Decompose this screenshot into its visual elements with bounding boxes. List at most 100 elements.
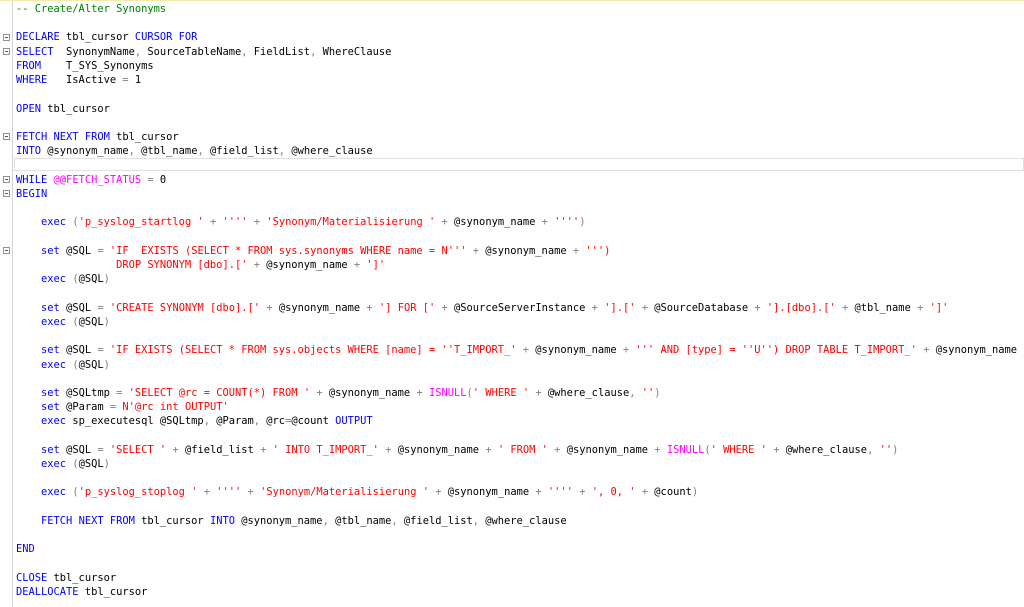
- token-keyword: CLOSE: [16, 571, 48, 584]
- token-string-literal: 'p_syslog_startlog ': [78, 216, 204, 229]
- code-line[interactable]: END: [16, 542, 35, 556]
- token-identifier: @count: [291, 415, 336, 428]
- token-identifier: [16, 387, 41, 399]
- token-comment: -- Create/Alter Synonyms: [16, 3, 167, 15]
- token-identifier: @SQL: [59, 301, 98, 314]
- token-identifier: @synonym_name: [479, 244, 573, 257]
- code-line[interactable]: set @SQL = 'IF EXISTS (SELECT * FROM sys…: [16, 244, 610, 258]
- code-line[interactable]: INTO @synonym_name, @tbl_name, @field_li…: [16, 144, 373, 158]
- token-string-literal: '''': [222, 216, 248, 229]
- code-line[interactable]: exec (@SQL): [16, 315, 110, 329]
- code-line[interactable]: set @SQLtmp = 'SELECT @rc = COUNT(*) FRO…: [16, 386, 661, 400]
- code-line[interactable]: -- Create/Alter Synonyms: [16, 2, 166, 16]
- token-system-function: ISNULL: [666, 443, 705, 456]
- token-identifier: FieldList: [247, 45, 311, 58]
- gutter-divider: [12, 1, 13, 607]
- code-line[interactable]: SELECT SynonymName, SourceTableName, Fie…: [16, 45, 391, 59]
- token-operator: ): [579, 216, 586, 229]
- token-string-literal: '].[': [604, 301, 636, 314]
- sql-code-editor[interactable]: -- Create/Alter Synonyms DECLARE tbl_curs…: [0, 0, 1024, 607]
- token-string-literal: N'@rc int OUTPUT': [122, 401, 229, 414]
- code-line[interactable]: exec (@SQL): [16, 272, 110, 286]
- token-identifier: @where_clause: [479, 514, 567, 527]
- token-system-function: @@FETCH_STATUS: [53, 173, 142, 186]
- token-identifier: @Param: [59, 401, 110, 414]
- token-keyword: WHERE: [16, 74, 48, 87]
- token-keyword: set: [41, 301, 60, 314]
- token-identifier: [16, 515, 41, 527]
- token-keyword: FETCH NEXT FROM: [41, 514, 135, 527]
- token-keyword: END: [16, 543, 35, 556]
- code-line[interactable]: set @SQL = 'IF EXISTS (SELECT * FROM sys…: [16, 343, 1017, 357]
- token-keyword: FETCH NEXT FROM: [16, 130, 110, 143]
- token-identifier: [16, 302, 41, 314]
- token-identifier: tbl_cursor: [41, 102, 110, 115]
- collapse-region-icon[interactable]: [3, 190, 10, 198]
- token-identifier: @SQLtmp: [59, 386, 117, 399]
- code-line[interactable]: BEGIN: [16, 187, 47, 201]
- token-identifier: @SQL: [78, 358, 104, 371]
- token-identifier: @field_list: [178, 443, 261, 456]
- code-line[interactable]: DEALLOCATE tbl_cursor: [16, 585, 147, 599]
- code-line[interactable]: FETCH NEXT FROM tbl_cursor: [16, 130, 179, 144]
- collapse-region-icon[interactable]: [3, 33, 10, 41]
- code-line[interactable]: WHILE @@FETCH_STATUS = 0: [16, 173, 166, 187]
- token-identifier: [16, 359, 41, 371]
- token-identifier: @SQL: [59, 344, 98, 357]
- code-line[interactable]: exec (@SQL): [16, 457, 110, 471]
- token-identifier: [16, 486, 41, 498]
- token-keyword: BEGIN: [16, 187, 48, 200]
- token-operator: ): [103, 315, 110, 328]
- token-identifier: @synonym_name: [441, 486, 536, 499]
- collapse-region-icon[interactable]: [3, 133, 10, 141]
- token-keyword: set: [41, 443, 60, 456]
- token-identifier: sp_executesql @SQLtmp: [66, 415, 204, 428]
- code-line[interactable]: set @SQL = 'SELECT ' + @field_list + ' I…: [16, 443, 898, 457]
- token-identifier: IsActive: [47, 74, 123, 87]
- token-identifier: [16, 344, 41, 356]
- token-identifier: @count: [648, 486, 692, 499]
- token-keyword: set: [41, 401, 60, 414]
- code-line[interactable]: set @SQL = 'CREATE SYNONYM [dbo].[' + @s…: [16, 301, 948, 315]
- token-identifier: @field_list: [203, 145, 279, 158]
- token-string-literal: 'Synonym/Materialisierung ': [260, 486, 429, 499]
- code-line[interactable]: CLOSE tbl_cursor: [16, 571, 116, 585]
- collapse-region-icon[interactable]: [3, 48, 10, 56]
- token-keyword: DECLARE: [16, 31, 60, 44]
- token-identifier: @synonym_name: [560, 443, 655, 456]
- code-line[interactable]: FETCH NEXT FROM tbl_cursor INTO @synonym…: [16, 514, 567, 528]
- token-identifier: @SQL: [59, 443, 98, 456]
- code-line[interactable]: exec (@SQL): [16, 358, 110, 372]
- token-identifier: [16, 245, 41, 257]
- code-line[interactable]: FROM T_SYS_Synonyms: [16, 59, 154, 73]
- token-operator: ): [103, 358, 110, 371]
- collapse-region-icon[interactable]: [3, 176, 10, 184]
- code-line[interactable]: OPEN tbl_cursor: [16, 102, 110, 116]
- token-keyword: INTO: [16, 145, 42, 158]
- token-operator: ): [691, 486, 699, 499]
- token-string-literal: '] FOR [': [378, 301, 436, 314]
- token-string-literal: ']': [366, 258, 386, 271]
- code-line[interactable]: exec ('p_syslog_startlog ' + '''' + 'Syn…: [16, 215, 585, 229]
- token-string-literal: '].[dbo].[': [766, 301, 836, 314]
- token-string-literal: 'SELECT @rc = COUNT(*) FROM ': [128, 386, 311, 399]
- code-line[interactable]: exec sp_executesql @SQLtmp, @Param, @rc=…: [16, 414, 373, 428]
- token-identifier: [16, 444, 41, 456]
- code-line[interactable]: WHERE IsActive = 1: [16, 73, 141, 87]
- token-keyword: DEALLOCATE: [16, 586, 79, 599]
- token-string-literal: '': [879, 443, 893, 456]
- token-operator: ): [892, 443, 899, 456]
- token-identifier: T_SYS_Synonyms: [41, 59, 154, 72]
- token-identifier: tbl_cursor: [78, 586, 148, 599]
- token-string-literal: 'SELECT ': [109, 443, 167, 456]
- code-line[interactable]: DECLARE tbl_cursor CURSOR FOR: [16, 30, 197, 44]
- token-keyword: CURSOR FOR: [134, 31, 198, 44]
- token-string-literal: 'IF EXISTS (SELECT * FROM sys.objects WH…: [109, 344, 517, 357]
- token-string-literal: 'Synonym/Materialisierung ': [266, 216, 436, 229]
- token-string-literal: ' FROM ': [497, 443, 548, 456]
- token-identifier: @synonym_name: [929, 344, 1018, 357]
- code-line[interactable]: exec ('p_syslog_stoplog ' + '''' + 'Syno…: [16, 485, 698, 499]
- code-line[interactable]: DROP SYNONYM [dbo].[' + @synonym_name + …: [16, 258, 385, 272]
- code-line[interactable]: set @Param = N'@rc int OUTPUT': [16, 400, 229, 414]
- collapse-region-icon[interactable]: [3, 247, 10, 255]
